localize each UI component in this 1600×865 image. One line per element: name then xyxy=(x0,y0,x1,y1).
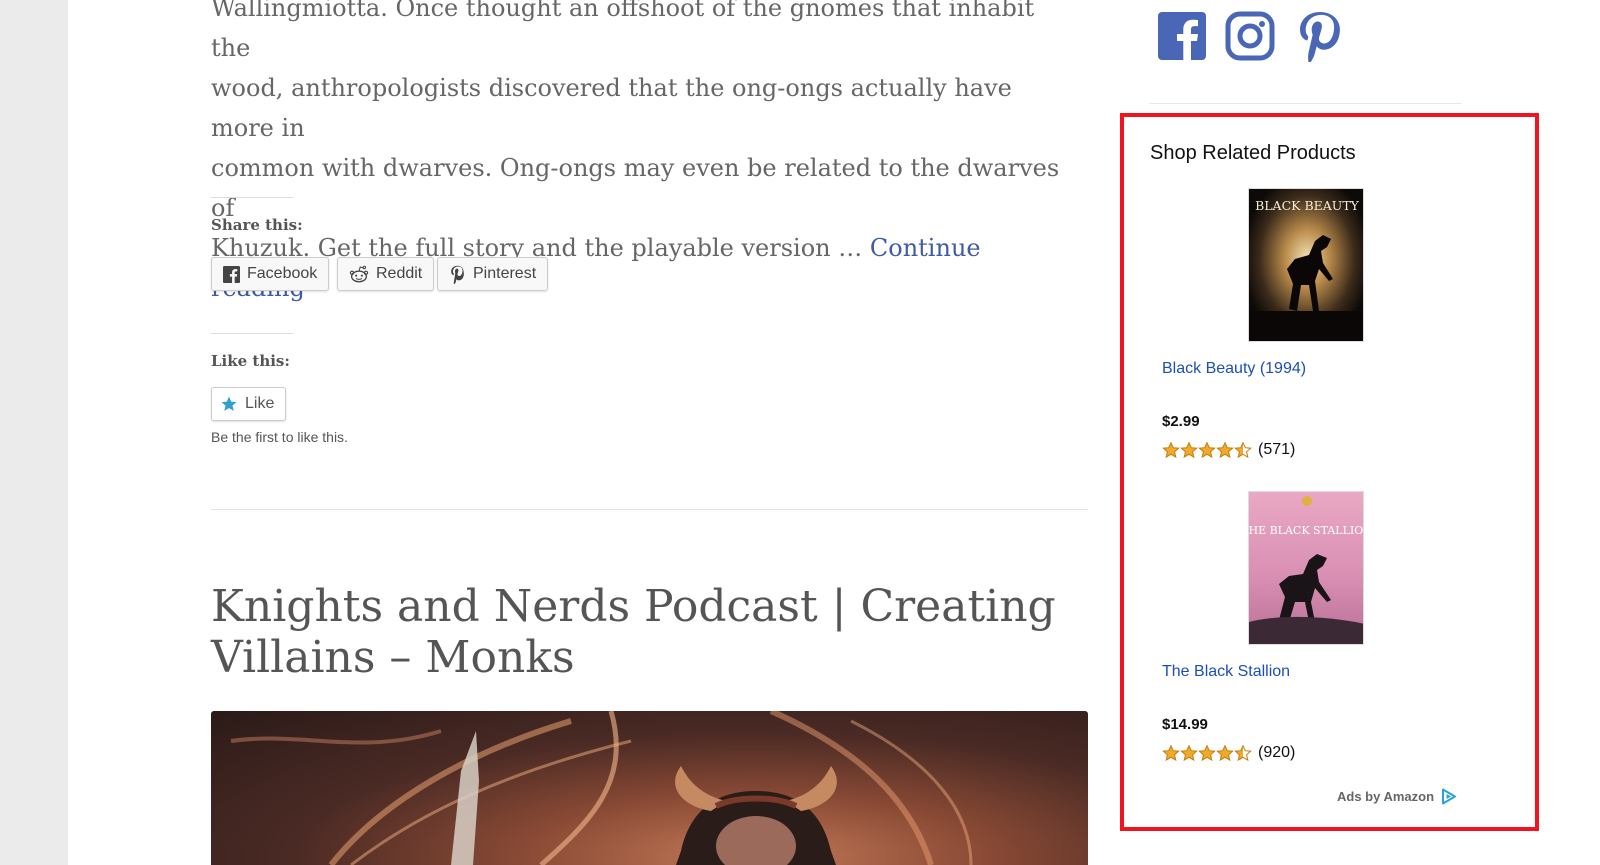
star-icon xyxy=(1180,744,1198,762)
excerpt-line: Wallingmiotta. Once thought an offshoot … xyxy=(211,0,1035,62)
star-icon xyxy=(1162,441,1180,459)
sidebar-facebook-icon[interactable] xyxy=(1157,10,1207,62)
ads-by-amazon-link[interactable]: Ads by Amazon xyxy=(1337,788,1457,805)
black-stallion-poster: THE BLACK STALLION xyxy=(1249,492,1364,644)
sidebar-divider xyxy=(1149,103,1462,104)
star-icon xyxy=(1162,744,1180,762)
reddit-icon xyxy=(349,265,369,283)
star-icon xyxy=(1198,441,1216,459)
star-icon xyxy=(1180,441,1198,459)
share-pinterest-button[interactable]: Pinterest xyxy=(437,257,549,291)
post-title-line: Knights and Nerds Podcast | Creating xyxy=(211,581,1056,632)
pinterest-icon xyxy=(451,265,464,284)
post-title-link[interactable]: Knights and Nerds Podcast | Creating Vil… xyxy=(211,581,1091,683)
share-title: Share this: xyxy=(211,216,303,234)
product-rating[interactable]: (571) xyxy=(1162,441,1295,459)
share-reddit-button[interactable]: Reddit xyxy=(337,257,435,291)
sidebar-pinterest-icon[interactable] xyxy=(1295,10,1345,62)
excerpt-line: common with dwarves. Ong-ongs may even b… xyxy=(211,154,1060,222)
share-button-label: Pinterest xyxy=(473,265,537,282)
product-price: $2.99 xyxy=(1162,413,1200,430)
like-title: Like this: xyxy=(211,352,290,370)
rating-stars xyxy=(1162,744,1252,762)
widget-title: Shop Related Products xyxy=(1150,142,1356,164)
excerpt-line: wood, anthropologists discovered that th… xyxy=(211,74,1012,142)
post-separator xyxy=(211,509,1088,510)
ads-by-amazon-label: Ads by Amazon xyxy=(1337,789,1435,804)
product-image-black-stallion[interactable]: THE BLACK STALLION xyxy=(1248,491,1364,645)
star-icon xyxy=(1234,441,1252,459)
product-link[interactable]: Black Beauty (1994) xyxy=(1162,360,1306,378)
poster-title: BLACK BEAUTY xyxy=(1255,198,1360,213)
sidebar-instagram-icon[interactable] xyxy=(1225,10,1275,62)
adchoices-icon xyxy=(1442,788,1457,805)
share-button-label: Reddit xyxy=(376,265,423,282)
like-divider xyxy=(211,333,293,334)
star-icon xyxy=(1216,744,1234,762)
monk-villain-illustration xyxy=(230,711,973,865)
star-icon xyxy=(1198,744,1216,762)
share-facebook-button[interactable]: Facebook xyxy=(211,257,330,291)
rating-stars xyxy=(1162,441,1252,459)
star-icon xyxy=(1234,744,1252,762)
product-price: $14.99 xyxy=(1162,716,1208,733)
product-rating[interactable]: (920) xyxy=(1162,744,1295,762)
like-note: Be the first to like this. xyxy=(211,429,348,445)
review-count: (571) xyxy=(1258,441,1296,458)
featured-image[interactable] xyxy=(211,711,1088,865)
share-divider xyxy=(211,197,293,198)
star-icon xyxy=(1216,441,1234,459)
like-button[interactable]: Like xyxy=(211,387,286,421)
share-button-label: Facebook xyxy=(247,265,318,282)
post-title-line: Villains – Monks xyxy=(211,632,575,683)
poster-title: THE BLACK STALLION xyxy=(1249,524,1364,537)
page-left-gutter xyxy=(0,0,68,865)
product-link[interactable]: The Black Stallion xyxy=(1162,663,1290,681)
review-count: (920) xyxy=(1258,744,1296,761)
black-beauty-poster: BLACK BEAUTY xyxy=(1249,189,1363,341)
product-image-black-beauty[interactable]: BLACK BEAUTY xyxy=(1248,188,1364,342)
star-icon xyxy=(221,396,237,411)
like-button-label: Like xyxy=(245,395,275,412)
facebook-icon xyxy=(223,265,240,283)
